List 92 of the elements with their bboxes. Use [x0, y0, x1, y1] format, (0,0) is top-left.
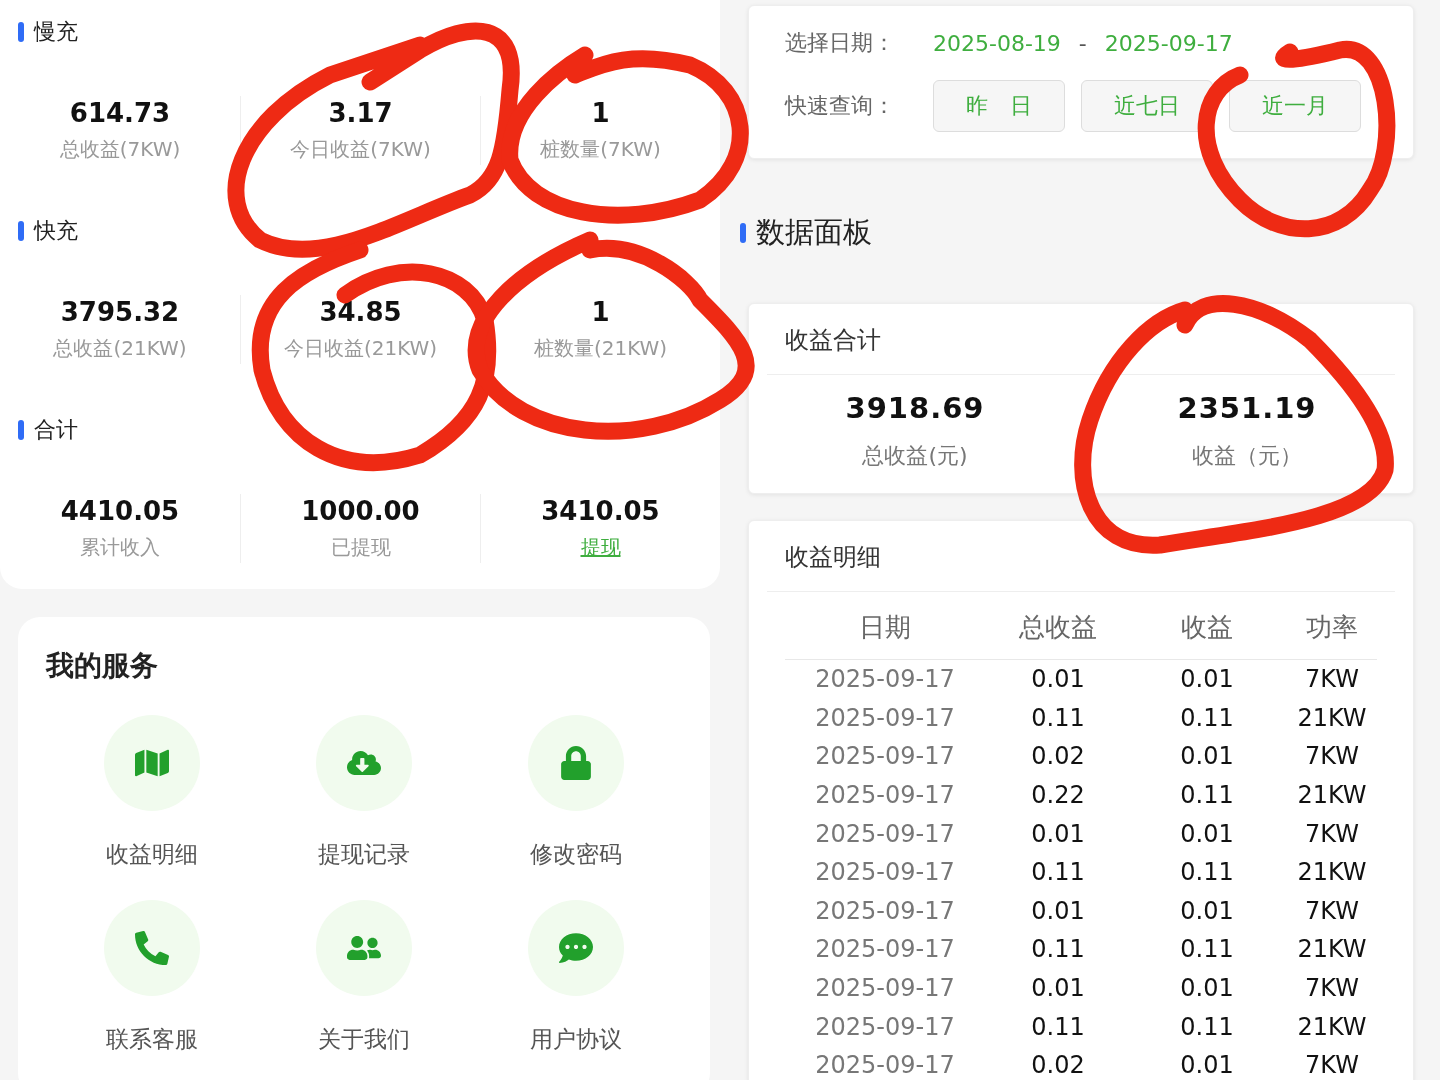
lock-icon — [559, 746, 593, 780]
stat-value: 4410.05 — [60, 496, 180, 526]
table-cell-text: 2025-09-17 — [814, 935, 956, 964]
stat-value: 3.17 — [328, 98, 393, 128]
table-cell-text: 7KW — [1304, 896, 1360, 925]
chat-bubble-icon — [559, 931, 593, 965]
table-cell-text: 0.11 — [1179, 703, 1235, 732]
table-cell-text: 2025-09-17 — [814, 742, 956, 771]
table-cell-text: 2025-09-17 — [814, 781, 956, 810]
table-cell-text: 21KW — [1296, 703, 1368, 732]
table-cell-text: 7KW — [1304, 742, 1360, 771]
service-label[interactable]: 收益明细 — [106, 839, 198, 870]
stat-label: 今日收益(21KW) — [283, 335, 438, 362]
total-label: 总收益(元) — [862, 442, 968, 470]
table-cell-text: 0.11 — [1179, 858, 1235, 887]
table-cell-text: 0.01 — [1030, 896, 1086, 925]
service-label[interactable]: 用户协议 — [530, 1024, 622, 1055]
column-header: 功率 — [1305, 611, 1359, 644]
section-marker — [740, 223, 746, 243]
stat-value: 614.73 — [69, 98, 171, 128]
table-cell-text: 21KW — [1296, 858, 1368, 887]
stat-label: 今日收益(7KW) — [290, 136, 431, 163]
table-cell-text: 0.02 — [1030, 1051, 1086, 1080]
column-header: 总收益 — [1018, 611, 1098, 644]
stat-label: 总收益(21KW) — [53, 335, 187, 362]
table-cell-text: 0.22 — [1030, 781, 1086, 810]
stat-value: 1000.00 — [301, 496, 420, 526]
stat-value: 3410.05 — [541, 496, 660, 526]
table-cell-text: 0.01 — [1030, 974, 1086, 1003]
table-cell-text: 0.11 — [1179, 935, 1235, 964]
table-cell-text: 7KW — [1304, 665, 1360, 694]
service-label[interactable]: 联系客服 — [106, 1024, 198, 1055]
stat-label: 桩数量(21KW) — [533, 335, 668, 362]
table-cell-text: 0.11 — [1030, 935, 1086, 964]
services-title: 我的服务 — [46, 648, 159, 684]
column-header: 日期 — [858, 611, 912, 644]
table-cell-text: 7KW — [1304, 974, 1360, 1003]
table-cell-text: 0.01 — [1179, 896, 1235, 925]
table-cell-text: 0.11 — [1030, 703, 1086, 732]
filter-label: 快速查询： — [785, 92, 896, 120]
section-marker — [18, 420, 24, 440]
table-cell-text: 2025-09-17 — [814, 703, 956, 732]
stat-value: 3795.32 — [60, 297, 180, 327]
table-cell-text: 0.01 — [1179, 742, 1235, 771]
total-label: 收益（元） — [1192, 442, 1302, 470]
table-cell-text: 2025-09-17 — [814, 665, 956, 694]
table-cell-text: 0.01 — [1030, 819, 1086, 848]
service-label[interactable]: 修改密码 — [530, 839, 622, 870]
service-label[interactable]: 提现记录 — [318, 839, 410, 870]
table-cell-text: 21KW — [1296, 781, 1368, 810]
filter-label: 选择日期： — [785, 29, 896, 57]
table-cell-text: 0.01 — [1179, 665, 1235, 694]
table-cell-text: 7KW — [1304, 819, 1360, 848]
table-cell-text: 2025-09-17 — [814, 1051, 956, 1080]
service-label[interactable]: 关于我们 — [318, 1024, 410, 1055]
stat-value: 1 — [591, 98, 610, 128]
section-title: 慢充 — [34, 18, 78, 46]
stat-label: 总收益(7KW) — [59, 136, 181, 163]
table-cell-text: 0.01 — [1030, 665, 1086, 694]
stat-label: 已提现 — [330, 534, 391, 561]
stat-value: 1 — [591, 297, 610, 327]
table-cell-text: 0.11 — [1030, 1012, 1086, 1041]
table-cell-text: 0.11 — [1030, 858, 1086, 887]
total-value: 3918.69 — [845, 391, 985, 425]
total-value: 2351.19 — [1177, 391, 1317, 425]
card-title: 收益合计 — [784, 325, 882, 356]
table-cell-text: 21KW — [1296, 1012, 1368, 1041]
table-cell-text: 0.01 — [1179, 819, 1235, 848]
table-cell-text: 0.01 — [1179, 974, 1235, 1003]
stat-label: 累计收入 — [80, 534, 160, 561]
section-marker — [18, 22, 24, 42]
section-marker — [18, 221, 24, 241]
stat-label: 桩数量(7KW) — [540, 136, 661, 163]
stat-value: 34.85 — [319, 297, 402, 327]
phone-icon — [135, 931, 169, 965]
table-cell-text: 2025-09-17 — [814, 1012, 956, 1041]
table-cell-text: 2025-09-17 — [814, 896, 956, 925]
table-cell-text: 21KW — [1296, 935, 1368, 964]
section-title: 快充 — [34, 217, 78, 245]
table-cell-text: 0.02 — [1030, 742, 1086, 771]
table-cell-text: 0.11 — [1179, 781, 1235, 810]
column-header: 收益 — [1180, 611, 1234, 644]
card-title: 收益明细 — [784, 542, 882, 573]
section-title: 合计 — [34, 416, 78, 444]
table-cell-text: 0.11 — [1179, 1012, 1235, 1041]
table-cell-text: 7KW — [1304, 1051, 1360, 1080]
table-cell-text: 2025-09-17 — [814, 819, 956, 848]
table-cell-text: 0.01 — [1179, 1051, 1235, 1080]
table-cell-text: 2025-09-17 — [814, 974, 956, 1003]
section-title: 数据面板 — [756, 214, 872, 251]
table-cell-text: 2025-09-17 — [814, 858, 956, 887]
date-separator: - — [1078, 30, 1087, 56]
